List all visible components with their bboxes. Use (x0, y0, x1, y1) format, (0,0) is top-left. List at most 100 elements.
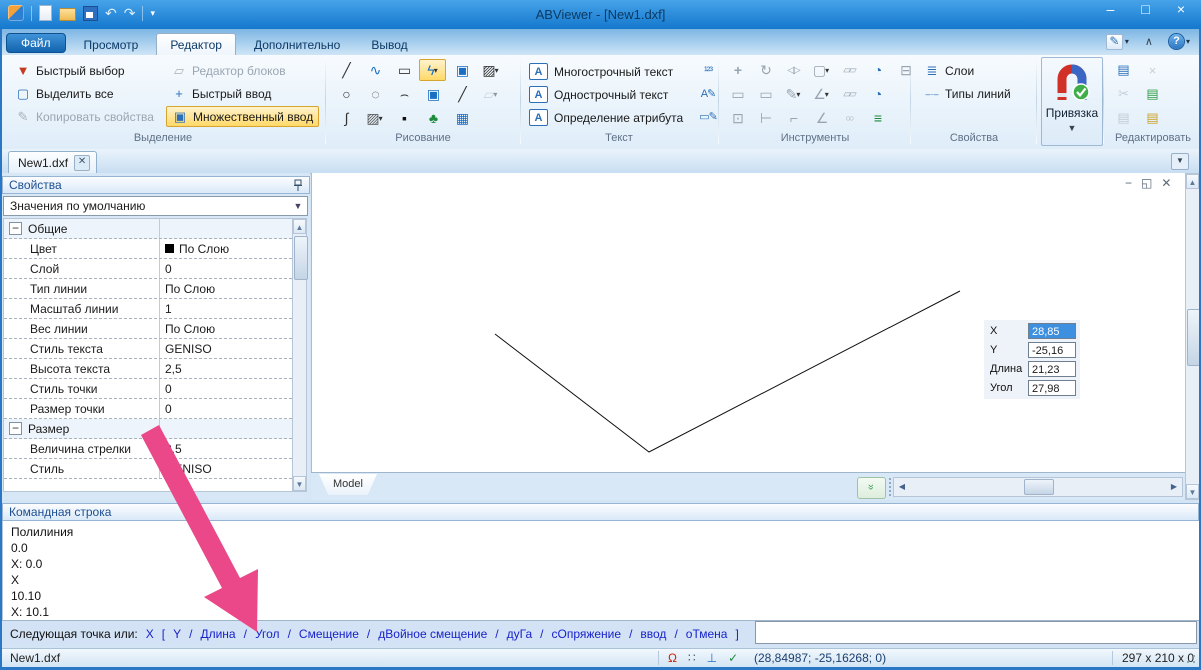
line-icon[interactable]: ╱ (332, 59, 359, 81)
quick-edit-button[interactable]: ✎▾ (1103, 33, 1132, 50)
paste-special-icon[interactable]: ▤ (1138, 82, 1165, 106)
scroll-up-icon[interactable]: ▲ (1186, 174, 1199, 189)
divide-icon[interactable]: ⊡ (724, 107, 750, 129)
drawing-canvas[interactable]: − ◱ ✕ X28,85Y-25,16Длина21,23Угол27,98 (311, 173, 1185, 472)
open-file-icon[interactable] (59, 8, 76, 21)
select-all-button[interactable]: ▢Выделить все (10, 83, 159, 104)
scroll-right-icon[interactable]: ▶ (1166, 478, 1182, 496)
singleline-text-button[interactable]: AОднострочный текст (529, 83, 683, 106)
spline-icon[interactable]: ∫ (332, 107, 359, 129)
command-option-offset[interactable]: Смещение (299, 627, 359, 641)
images-icon[interactable]: ▱▾ (477, 83, 504, 105)
ellipse-icon[interactable]: ◌ (361, 83, 388, 105)
command-option-x[interactable]: X (146, 627, 154, 641)
coord-input-y[interactable]: -25,16 (1028, 342, 1076, 358)
menu-tab-view[interactable]: Просмотр (71, 34, 152, 55)
offset-icon[interactable]: ▭ (724, 83, 750, 105)
group-icon[interactable]: ▱▱ (836, 83, 862, 105)
property-group-dimension[interactable]: −Размер (4, 419, 292, 439)
property-row-layer[interactable]: Слой0 (4, 259, 292, 279)
quick-select-button[interactable]: ▼Быстрый выбор (10, 60, 159, 81)
circle-icon[interactable]: ○ (332, 83, 359, 105)
model-tab[interactable]: Model (319, 474, 377, 495)
fillet-icon[interactable]: ⌐ (780, 107, 806, 129)
command-option-arc[interactable]: дуГа (507, 627, 533, 641)
edit-text-icon[interactable]: ▭✎ (697, 107, 719, 126)
attribute-definition-button[interactable]: AОпределение атрибута (529, 106, 683, 129)
ortho-status-icon[interactable]: ⊥ (707, 651, 717, 665)
horizontal-scrollbar[interactable]: ◀ ▶ (893, 477, 1183, 497)
tab-list-chevron-icon[interactable]: ▼ (1171, 153, 1189, 170)
property-row-pointstyle[interactable]: Стиль точки0 (4, 379, 292, 399)
doc-restore-icon[interactable]: ◱ (1141, 176, 1152, 190)
menu-tab-advanced[interactable]: Дополнительно (241, 34, 353, 55)
move-icon[interactable]: + (724, 59, 750, 81)
table-icon[interactable]: ▦ (448, 107, 475, 129)
rotate-icon[interactable]: ↻ (752, 59, 778, 81)
properties-preset-select[interactable]: Значения по умолчанию ▼ (3, 196, 308, 216)
layers-button[interactable]: ≣Слои (919, 60, 1016, 81)
measure-angle-icon[interactable]: ∠▾ (808, 83, 834, 105)
coord-input-angle[interactable]: 27,98 (1028, 380, 1076, 396)
property-row-linescale[interactable]: Масштаб линии1 (4, 299, 292, 319)
quick-access-dropdown-icon[interactable]: ▾ (150, 8, 155, 19)
vertical-scrollbar[interactable]: ▲ ▼ (1185, 173, 1200, 500)
minimize-button[interactable]: – (1107, 1, 1115, 17)
app-icon[interactable] (8, 5, 24, 21)
coord-input-x[interactable]: 28,85 (1028, 323, 1076, 339)
property-row-dimstyle[interactable]: СтильGENISO (4, 459, 292, 479)
new-file-icon[interactable] (39, 5, 52, 21)
help-button[interactable]: ?▾ (1166, 33, 1193, 50)
resize-grip[interactable] (1186, 654, 1196, 664)
copy-schedule-icon[interactable]: ◔ (864, 59, 890, 81)
freehand-icon[interactable]: ∿ (361, 59, 388, 81)
doc-minimize-icon[interactable]: − (1125, 176, 1132, 190)
property-row-textstyle[interactable]: Стиль текстаGENISO (4, 339, 292, 359)
region-icon[interactable]: ▨▾ (477, 59, 504, 81)
copy-clipboard-icon[interactable]: ▤ (1109, 106, 1136, 130)
save-file-icon[interactable] (83, 6, 98, 21)
property-row-linetype[interactable]: Тип линииПо Слою (4, 279, 292, 299)
font-edit-icon[interactable]: A✎ (697, 84, 719, 103)
menu-tab-editor[interactable]: Редактор (156, 33, 236, 55)
command-option-enter[interactable]: ввод (640, 627, 666, 641)
grid-status-icon[interactable]: ∷ (688, 651, 696, 665)
property-group-general[interactable]: −Общие (4, 219, 292, 239)
scroll-down-icon[interactable]: ▼ (293, 476, 306, 491)
redo-icon[interactable]: ↷ (124, 6, 136, 20)
chamfer-icon[interactable]: ∠ (808, 107, 834, 129)
multiline-text-button[interactable]: AМногострочный текст (529, 60, 683, 83)
collapse-panel-button[interactable]: « (857, 477, 886, 499)
snap-button[interactable]: Привязка ▼ (1041, 57, 1103, 146)
command-input[interactable] (755, 621, 1197, 644)
collapse-ribbon-icon[interactable]: ∧ (1140, 33, 1158, 50)
scale-icon[interactable]: ▢▾ (808, 59, 834, 81)
block-editor-button[interactable]: ▱Редактор блоков (166, 60, 319, 81)
erase-icon[interactable]: ✎▾ (780, 83, 806, 105)
image-icon[interactable]: ♣ (419, 107, 446, 129)
menu-tab-output[interactable]: Вывод (358, 34, 420, 55)
doc-close-icon[interactable]: ✕ (1161, 176, 1171, 190)
linetypes-button[interactable]: –·–Типы линий (919, 83, 1016, 104)
scrollbar-thumb[interactable] (1024, 479, 1054, 495)
splitter-handle[interactable] (889, 478, 891, 496)
offset2-icon[interactable]: ▭ (752, 83, 778, 105)
scroll-up-icon[interactable]: ▲ (293, 219, 306, 234)
polyline-icon[interactable]: ϟ▾ (419, 59, 446, 81)
property-row-color[interactable]: ЦветПо Слою (4, 239, 292, 259)
audit-icon[interactable]: ▤ (1138, 106, 1165, 130)
document-tab[interactable]: New1.dxf ✕ (8, 151, 97, 173)
menu-tab-file[interactable]: Файл (6, 33, 66, 53)
property-row-lineweight[interactable]: Вес линииПо Слою (4, 319, 292, 339)
command-option-double-offset[interactable]: дВойное смещение (378, 627, 487, 641)
point-icon[interactable]: ▪ (390, 107, 417, 129)
collapse-icon[interactable]: − (9, 222, 22, 235)
arc-icon[interactable]: ⌢ (390, 83, 417, 105)
dimension-pen-icon[interactable]: ╱ (448, 83, 475, 105)
pin-icon[interactable] (293, 179, 303, 192)
copy-icon[interactable]: ▱▱ (836, 59, 862, 81)
revision-cloud-icon[interactable]: ▣ (419, 83, 446, 105)
command-option-y[interactable]: Y (173, 627, 181, 641)
scroll-left-icon[interactable]: ◀ (894, 478, 910, 496)
maximize-button[interactable]: □ (1141, 1, 1149, 17)
